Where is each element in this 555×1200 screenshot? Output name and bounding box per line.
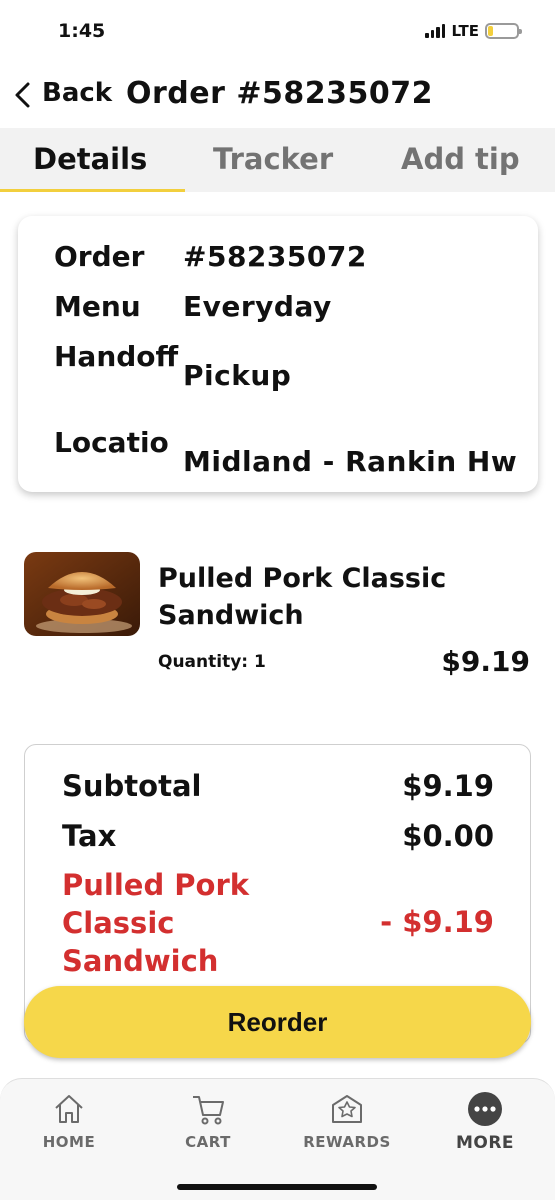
status-bar: 1:45 LTE (0, 0, 555, 62)
nav-rewards[interactable]: REWARDS (292, 1091, 402, 1151)
tab-details[interactable]: Details (33, 142, 147, 176)
nav-cart[interactable]: CART (153, 1091, 263, 1151)
order-label: Order (54, 240, 145, 273)
status-time: 1:45 (58, 20, 106, 42)
status-indicators: LTE (425, 22, 522, 40)
network-label: LTE (451, 22, 479, 40)
chevron-left-icon[interactable] (12, 80, 34, 110)
header: Back Order #58235072 (0, 70, 555, 122)
location-value: Midland - Rankin Hw (183, 445, 518, 478)
discount-label: Pulled Pork Classic Sandwich (62, 868, 250, 978)
home-indicator (177, 1184, 377, 1190)
handoff-value: Pickup (183, 359, 292, 392)
handoff-label: Handoff (54, 340, 179, 373)
subtotal-value: $9.19 (402, 769, 494, 803)
menu-value: Everyday (183, 290, 332, 323)
tab-tracker[interactable]: Tracker (213, 142, 333, 176)
menu-label: Menu (54, 290, 141, 323)
tab-bar: Details Tracker Add tip (0, 128, 555, 192)
item-price: $9.19 (441, 645, 530, 678)
bottom-nav: HOME CART REWARDS MORE (0, 1078, 555, 1200)
nav-cart-label: CART (185, 1133, 231, 1151)
cart-icon (193, 1096, 224, 1125)
nav-more-label: MORE (455, 1133, 515, 1153)
battery-low-icon (485, 23, 522, 39)
active-tab-indicator (0, 189, 185, 192)
page-title: Order #58235072 (126, 76, 433, 111)
location-label: Location (54, 426, 169, 459)
sandwich-image (24, 552, 140, 636)
item-quantity: Quantity: 1 (158, 652, 266, 672)
back-button[interactable]: Back (42, 78, 112, 108)
reorder-button[interactable]: Reorder (24, 986, 531, 1058)
item-name: Pulled Pork Classic Sandwich (158, 563, 447, 631)
tax-label: Tax (62, 819, 117, 853)
more-icon (468, 1092, 502, 1126)
discount-value: - $9.19 (380, 905, 494, 939)
nav-home-label: HOME (42, 1133, 96, 1151)
home-icon (55, 1095, 83, 1123)
tab-add-tip[interactable]: Add tip (401, 142, 520, 176)
nav-rewards-label: REWARDS (303, 1133, 391, 1151)
tax-value: $0.00 (402, 819, 494, 853)
subtotal-label: Subtotal (62, 769, 202, 803)
nav-more[interactable]: MORE (430, 1091, 540, 1153)
signal-icon (425, 24, 446, 38)
order-info-card: Order #58235072 Menu Everyday Handoff Pi… (18, 216, 538, 492)
order-value: #58235072 (183, 240, 367, 273)
rewards-icon (332, 1095, 362, 1123)
nav-home[interactable]: HOME (14, 1091, 124, 1151)
